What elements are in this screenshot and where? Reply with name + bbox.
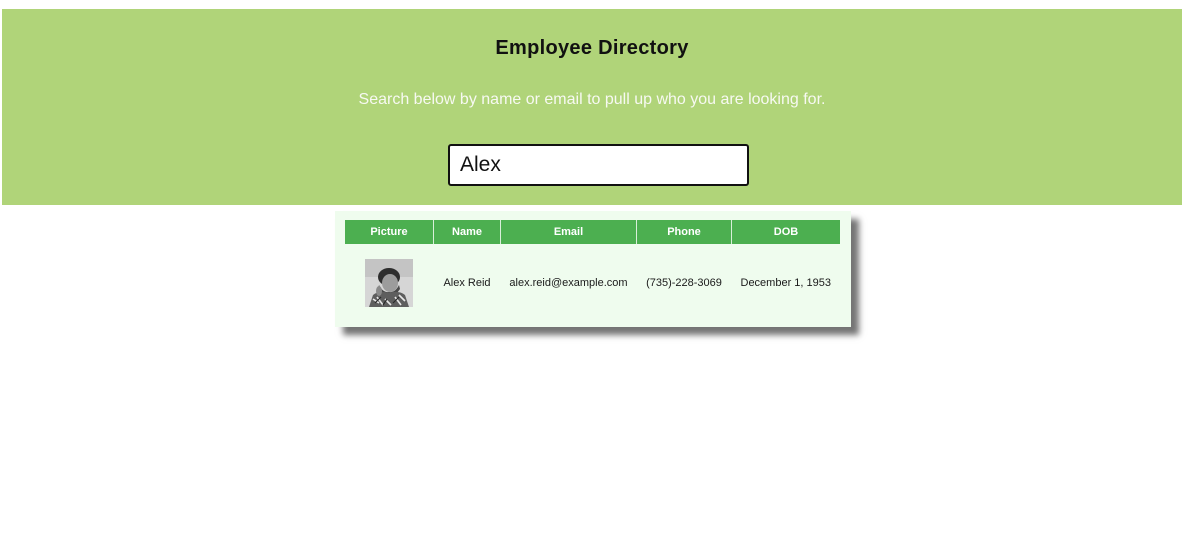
page-header: Employee Directory Search below by name … [2,9,1182,205]
column-header-name[interactable]: Name [433,220,501,244]
employee-phone: (735)-228-3069 [646,277,722,289]
employee-photo [365,259,414,307]
employee-table-container: Picture Name Email Phone DOB Alex Reid a… [335,211,851,327]
employee-dob: December 1, 1953 [740,277,832,289]
employee-email: alex.reid@example.com [509,277,628,289]
column-header-picture[interactable]: Picture [345,220,434,244]
column-header-phone[interactable]: Phone [636,220,732,244]
page-title: Employee Directory [495,37,689,59]
table-row: Alex Reid alex.reid@example.com (735)-22… [345,244,840,322]
search-input[interactable] [448,144,749,186]
column-header-dob[interactable]: DOB [731,220,840,244]
page-subtitle: Search below by name or email to pull up… [358,91,826,108]
employee-name: Alex Reid [443,277,491,289]
employee-table: Picture Name Email Phone DOB Alex Reid a… [345,220,840,322]
table-header-row: Picture Name Email Phone DOB [345,220,840,244]
column-header-email[interactable]: Email [500,220,637,244]
employee-picture-cell [345,244,434,322]
